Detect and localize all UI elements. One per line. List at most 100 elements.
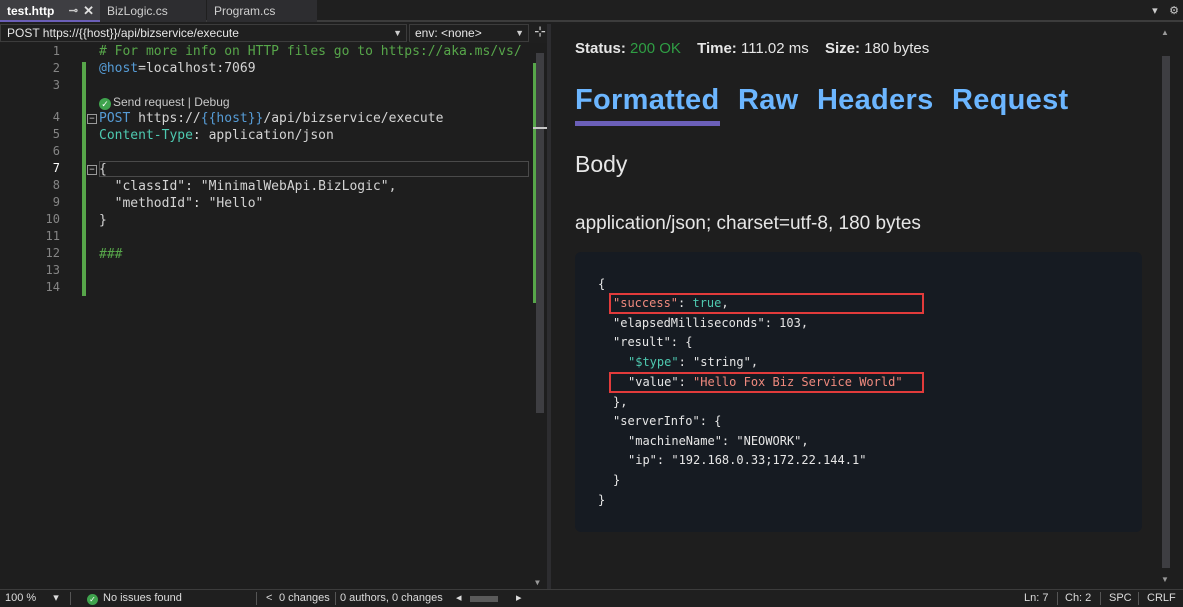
response-summary: Status: 200 OK Time: 111.02 ms Size: 180… (575, 40, 929, 57)
code-line-classid: "classId": "MinimalWebApi.BizLogic", (99, 179, 397, 194)
status-label: Status: (575, 40, 626, 57)
tab-test-http[interactable]: test.http ⊸ ✕ (0, 0, 100, 22)
code-line-header: Content-Type: application/json (99, 127, 334, 144)
code-editor[interactable]: 1 2 3 4 5 6 7 8 9 10 11 12 13 14 # For m… (0, 43, 547, 589)
chevron-left-icon[interactable]: < (266, 590, 272, 607)
divider (1057, 592, 1058, 605)
chevron-down-icon: ▾ (53, 592, 59, 604)
line-ending-indicator[interactable]: CRLF (1147, 590, 1176, 607)
horizontal-scrollbar-thumb[interactable] (470, 596, 498, 602)
chevron-down-icon[interactable]: ▾ (1152, 4, 1158, 17)
response-pane: Status: 200 OK Time: 111.02 ms Size: 180… (551, 24, 1183, 589)
divider (1100, 592, 1101, 605)
tab-headers[interactable]: Headers (817, 84, 934, 121)
line-number: 13 (45, 263, 60, 277)
debug-link[interactable]: Debug (194, 95, 229, 109)
pin-icon[interactable]: ⊸ (69, 0, 78, 22)
line-number: 4 (52, 110, 60, 124)
authors-text: 0 authors, 0 changes (340, 592, 443, 604)
line-number: 10 (45, 212, 60, 226)
line-number: 9 (52, 195, 60, 209)
json-line-elapsed: "elapsedMilliseconds": 103, (613, 316, 809, 330)
json-line: } (613, 473, 621, 487)
code-line-host: @host=localhost:7069 (99, 60, 256, 77)
line-indicator[interactable]: Ln: 7 (1024, 590, 1048, 607)
line-number: 2 (52, 61, 60, 75)
change-margin (82, 62, 86, 296)
time-value: 111.02 ms (740, 40, 809, 57)
close-icon[interactable]: ✕ (83, 0, 94, 22)
json-value: "192.168.0.33;172.22.144.1" (671, 453, 867, 467)
json-line: { (598, 277, 606, 291)
line-number: 1 (52, 44, 60, 58)
line-number: 7 (52, 161, 60, 175)
scroll-down-icon[interactable]: ▼ (1161, 575, 1169, 584)
line-number: 3 (52, 78, 60, 92)
size-value: 180 bytes (864, 40, 930, 57)
column-indicator[interactable]: Ch: 2 (1065, 590, 1091, 607)
collapse-icon[interactable]: − (87, 165, 97, 175)
gear-icon[interactable]: ⚙ (1169, 4, 1179, 17)
tab-formatted[interactable]: Formatted (575, 84, 720, 126)
code-line-brace-close: } (99, 213, 107, 228)
codelens: ✓ Send request | Debug (99, 95, 230, 110)
json-key: "machineName" (628, 434, 722, 448)
changes-indicator[interactable]: 0 changes (279, 590, 330, 607)
code-line-brace-open: { (99, 162, 107, 177)
code-line-methodid: "methodId": "Hello" (99, 196, 264, 211)
scrollbar-thumb[interactable] (536, 53, 544, 413)
json-line-serverinfo: "serverInfo": { (613, 414, 722, 428)
code-line-separator: ### (99, 247, 123, 262)
tab-bizlogic-cs[interactable]: BizLogic.cs (100, 0, 206, 22)
scroll-up-icon[interactable]: ▲ (1161, 28, 1169, 37)
json-key: "result" (613, 335, 671, 349)
scrollbar-thumb[interactable] (1162, 56, 1170, 568)
scroll-down-icon[interactable]: ▼ (535, 578, 540, 587)
scroll-left-icon[interactable]: ◂ (456, 590, 462, 607)
line-number: 8 (52, 178, 60, 192)
issues-text: No issues found (103, 592, 182, 604)
json-line-machine: "machineName": "NEOWORK", (628, 434, 809, 448)
tab-raw[interactable]: Raw (738, 84, 799, 121)
size-label: Size: (824, 40, 860, 57)
env-select[interactable]: env: <none> ▼ (409, 24, 529, 42)
codelens-separator: | (187, 95, 191, 109)
whitespace-indicator[interactable]: SPC (1109, 590, 1132, 607)
authors-indicator[interactable]: 0 authors, 0 changes (340, 590, 443, 607)
tab-request[interactable]: Request (952, 84, 1069, 121)
collapse-icon[interactable]: − (87, 114, 97, 124)
tab-label: Program.cs (214, 4, 276, 18)
send-request-link[interactable]: Send request (113, 95, 184, 109)
tab-program-cs[interactable]: Program.cs (207, 0, 317, 22)
header-name: Content-Type (99, 128, 193, 143)
current-line-highlight (99, 161, 529, 177)
request-select[interactable]: POST https://{{host}}/api/bizservice/exe… (0, 24, 407, 42)
time-label: Time: (697, 40, 737, 57)
chevron-down-icon: ▼ (393, 28, 402, 38)
divider (335, 592, 336, 605)
divider (1138, 592, 1139, 605)
variable-name: @host (99, 61, 139, 76)
scroll-right-icon[interactable]: ▸ (516, 590, 522, 607)
line-number: 11 (45, 229, 60, 243)
highlight-box (609, 293, 924, 314)
json-value: 103 (779, 316, 801, 330)
changes-text: 0 changes (279, 592, 330, 604)
response-tabs: Formatted Raw Headers Request (575, 84, 1082, 126)
check-circle-icon: ✓ (87, 594, 98, 605)
json-line: } (598, 493, 606, 507)
chevron-down-icon: ▼ (515, 28, 524, 38)
line-number: 6 (52, 144, 60, 158)
content-type: application/json; charset=utf-8, 180 byt… (575, 213, 921, 234)
editor-scrollbar[interactable]: ▼ (533, 43, 547, 589)
response-scrollbar[interactable]: ▲ ▼ (1158, 28, 1174, 584)
scrollbar-caret-marker (533, 127, 547, 129)
issues-indicator[interactable]: ✓ No issues found (87, 590, 182, 607)
line-number: 5 (52, 127, 60, 141)
document-tab-bar: test.http ⊸ ✕ BizLogic.cs Program.cs ▾ ⚙ (0, 0, 1183, 22)
body-heading: Body (575, 151, 628, 177)
split-editor-icon[interactable]: ⊹ (532, 24, 548, 42)
zoom-select[interactable]: 100 % ▾ (5, 590, 59, 607)
url-part: /api/bizservice/execute (263, 111, 444, 126)
json-line-result: "result": { (613, 335, 693, 349)
